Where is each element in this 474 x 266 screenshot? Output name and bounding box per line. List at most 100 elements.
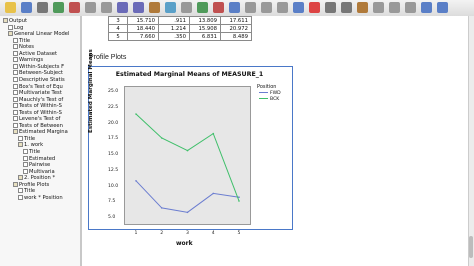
- collapse-icon[interactable]: [277, 2, 288, 13]
- y-tick-label: 15.0: [108, 152, 119, 157]
- insert-icon[interactable]: [181, 2, 192, 13]
- outline-item[interactable]: work * Position: [18, 194, 63, 201]
- legend-item-fwd: FWD: [259, 91, 281, 96]
- outline-item-label: Notes: [19, 44, 34, 51]
- designate-icon[interactable]: [229, 2, 240, 13]
- outline-item-label: Multivariate Test: [19, 90, 62, 97]
- outline-item-label: Box's Test of Equ: [19, 83, 63, 90]
- estimates-table: 3 15.710.911 13.809 17.611 4 18.440 1.214 15.90…: [108, 16, 252, 41]
- show-icon[interactable]: [293, 2, 304, 13]
- outline-item-label: Warnings: [19, 57, 44, 64]
- outline-item-label: work * Position: [24, 194, 63, 201]
- outline-item[interactable]: Title: [18, 188, 35, 194]
- outline-item-label: Output: [9, 18, 28, 24]
- find-icon[interactable]: [165, 2, 176, 13]
- outline-item[interactable]: 2. Position *: [18, 175, 55, 181]
- title-icon[interactable]: [341, 2, 352, 13]
- document-icon: [13, 116, 18, 122]
- goto-data-icon[interactable]: [117, 2, 128, 13]
- outline-item[interactable]: Tests of Within-S: [13, 109, 62, 116]
- print-icon[interactable]: [37, 2, 48, 13]
- insert-output-icon[interactable]: [389, 2, 400, 13]
- table-row: 4 18.440 1.214 15.908 20.972: [108, 24, 252, 33]
- data-point: [160, 207, 163, 209]
- hide-icon[interactable]: [245, 2, 256, 13]
- outline-item[interactable]: Tests of Between: [13, 122, 63, 129]
- outline-item[interactable]: Mauchly's Test of: [13, 96, 63, 103]
- outline-item[interactable]: Output: [3, 18, 27, 24]
- book-icon: [18, 175, 23, 181]
- outline-item[interactable]: Multivaria: [23, 168, 55, 175]
- outline-pane[interactable]: Output Log General Linear Model Title Notes A…: [0, 16, 81, 266]
- outline-item[interactable]: Tests of Within-S: [13, 103, 62, 109]
- document-icon: [13, 109, 18, 115]
- data-point: [186, 211, 189, 214]
- data-point: [186, 149, 189, 152]
- x-tick-label: 5: [237, 231, 241, 236]
- outline-item[interactable]: Warnings: [13, 57, 43, 63]
- outline-item[interactable]: Multivariate Test: [13, 90, 62, 96]
- outline-item[interactable]: Levene's Test of: [13, 116, 60, 122]
- variables-icon[interactable]: [149, 2, 160, 13]
- outline-item-label: Between-Subject: [19, 70, 63, 77]
- export-icon[interactable]: [53, 2, 64, 13]
- outline-item[interactable]: Estimated Margina: [13, 129, 68, 135]
- data-point: [135, 180, 137, 182]
- recall-icon[interactable]: [69, 2, 80, 13]
- scrollbar-thumb[interactable]: [469, 236, 473, 258]
- demote-icon[interactable]: [437, 2, 448, 13]
- legend-item-bck: BCK: [259, 97, 279, 102]
- insert-table-icon[interactable]: [197, 2, 208, 13]
- outline-item[interactable]: Between-Subject: [13, 70, 63, 76]
- table-row: 3 15.710.911 13.809 17.611: [108, 16, 252, 25]
- book-icon: [3, 18, 8, 23]
- save-icon[interactable]: [21, 2, 32, 13]
- outline-item[interactable]: 1. work: [18, 142, 43, 148]
- outline-item-label: Estimated Margina: [19, 129, 68, 136]
- outline-item[interactable]: General Linear Model: [8, 31, 69, 37]
- outline-item[interactable]: Log: [8, 24, 23, 31]
- outline-item[interactable]: Within-Subjects F: [13, 63, 64, 70]
- expand-icon[interactable]: [261, 2, 272, 13]
- text-icon[interactable]: [325, 2, 336, 13]
- promote-icon[interactable]: [421, 2, 432, 13]
- document-icon: [13, 76, 18, 82]
- table-cell: 7.660: [127, 32, 159, 41]
- y-tick-label: 7.5: [108, 199, 116, 205]
- outline-item[interactable]: Title: [18, 135, 35, 142]
- outline-item[interactable]: Title: [23, 149, 40, 155]
- pivot-icon[interactable]: [357, 2, 368, 13]
- document-icon: [13, 57, 18, 63]
- series-line-bck: [135, 113, 240, 202]
- outline-item[interactable]: Notes: [13, 44, 34, 50]
- y-tick-label: 12.5: [108, 167, 119, 173]
- insert-page-icon[interactable]: [373, 2, 384, 13]
- vertical-scrollbar[interactable]: [468, 16, 474, 266]
- outline-item[interactable]: Estimated: [23, 155, 55, 162]
- document-icon: [13, 122, 18, 128]
- outline-item-label: Levene's Test of: [19, 116, 61, 123]
- outline-item[interactable]: Box's Test of Equ: [13, 83, 63, 90]
- show-all-icon[interactable]: [213, 2, 224, 13]
- x-tick-label: 1: [134, 231, 138, 236]
- table-cell: 20.972: [220, 24, 252, 33]
- table-cell: 6.831: [189, 32, 221, 41]
- outline-item[interactable]: Descriptive Statis: [13, 76, 65, 83]
- open-icon[interactable]: [5, 2, 16, 13]
- data-point: [238, 196, 240, 199]
- book-icon: [13, 181, 18, 187]
- document-icon: [13, 96, 18, 102]
- chart-icon[interactable]: [309, 2, 320, 13]
- goto-case-icon[interactable]: [133, 2, 144, 13]
- redo-icon[interactable]: [101, 2, 112, 13]
- outline-item[interactable]: Active Dataset: [13, 50, 57, 57]
- outline-item[interactable]: Pairwise: [23, 162, 50, 168]
- undo-icon[interactable]: [85, 2, 96, 13]
- document-icon: [23, 149, 28, 154]
- select-icon[interactable]: [405, 2, 416, 13]
- outline-item[interactable]: Title: [13, 37, 30, 44]
- y-tick-label: 5.0: [108, 215, 116, 220]
- outline-item[interactable]: Profile Plots: [13, 181, 49, 188]
- x-tick-label: 4: [211, 231, 215, 236]
- outline-item-label: Multivaria: [29, 168, 55, 175]
